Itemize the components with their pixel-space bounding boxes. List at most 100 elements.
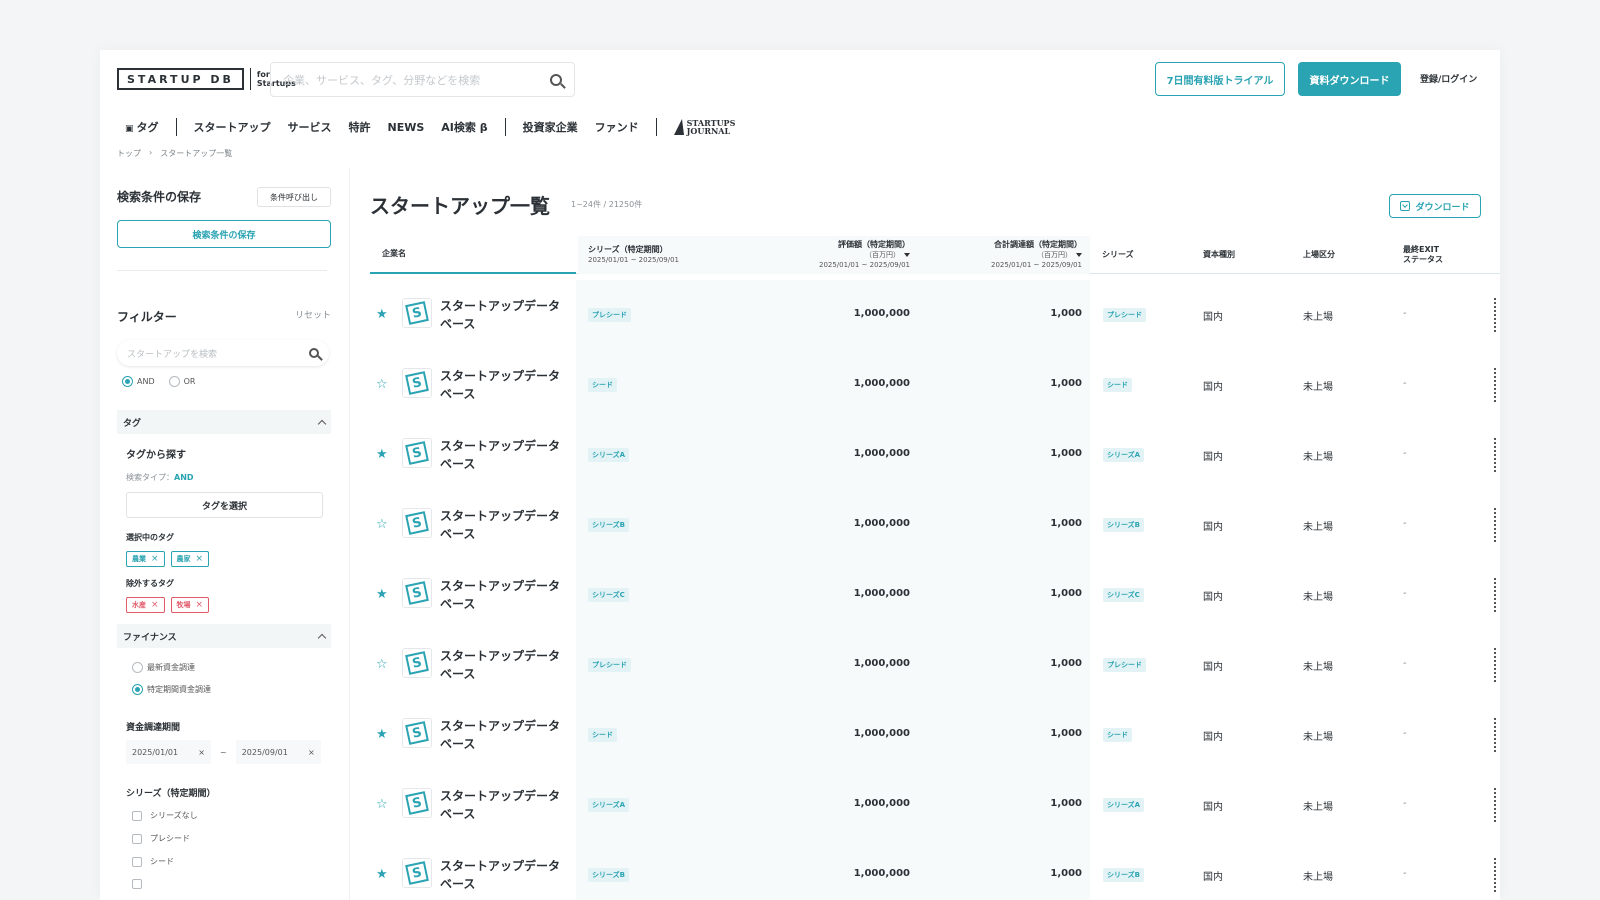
date-to-input[interactable]: 2025/09/01 ×: [235, 740, 321, 764]
company-logo[interactable]: S: [402, 438, 432, 468]
col-series[interactable]: シリーズ: [1102, 236, 1192, 274]
company-logo[interactable]: S: [402, 298, 432, 328]
favorite-star-icon[interactable]: ☆: [376, 518, 388, 531]
global-search-input[interactable]: 企業、サービス、タグ、分野などを検索: [270, 62, 575, 97]
series-checkbox[interactable]: シリーズなし: [132, 810, 198, 821]
company-name[interactable]: スタートアップデータベース: [440, 857, 570, 893]
startup-search-input[interactable]: スタートアップを検索: [117, 340, 329, 366]
company-logo[interactable]: S: [402, 788, 432, 818]
close-icon[interactable]: ×: [151, 600, 159, 610]
search-icon[interactable]: [550, 73, 562, 86]
finance-section-title: ファイナンス: [123, 632, 177, 643]
series-checkbox[interactable]: シード: [132, 856, 198, 867]
nav-service[interactable]: サービス: [288, 119, 332, 135]
table-row[interactable]: ★ S スタートアップデータベース シリーズB 1,000,000 1,000 …: [370, 840, 1500, 900]
company-logo[interactable]: S: [402, 508, 432, 538]
favorite-star-icon[interactable]: ★: [376, 728, 388, 741]
company-name[interactable]: スタートアップデータベース: [440, 577, 570, 613]
table-row[interactable]: ★ S スタートアップデータベース シード 1,000,000 1,000 シー…: [370, 700, 1500, 770]
tag-chip-label: 水産: [132, 601, 146, 609]
close-icon[interactable]: ×: [196, 600, 204, 610]
logo-text: STARTUP DB: [117, 68, 244, 90]
col-total-funding[interactable]: 合計調達額（特定期間） （百万円） 2025/01/01 ~ 2025/09/0…: [918, 236, 1090, 274]
col-valuation[interactable]: 評価額（特定期間） （百万円） 2025/01/01 ~ 2025/09/01: [758, 236, 918, 274]
breadcrumb-top[interactable]: トップ: [117, 148, 141, 159]
finance-section-header[interactable]: ファイナンス: [117, 624, 331, 648]
table-row[interactable]: ★ S スタートアップデータベース プレシード 1,000,000 1,000 …: [370, 280, 1500, 350]
favorite-star-icon[interactable]: ★: [376, 448, 388, 461]
nav-tag[interactable]: ▣ タグ: [125, 119, 159, 135]
series-period-badge: シード: [588, 728, 617, 742]
reset-link[interactable]: リセット: [295, 308, 331, 321]
download-materials-button[interactable]: 資料ダウンロード: [1298, 62, 1401, 96]
main-nav: ▣ タグ スタートアップ サービス 特許 NEWS AI検索 β 投資家企業 ファ…: [125, 116, 735, 138]
search-icon[interactable]: [309, 348, 319, 358]
table-row[interactable]: ★ S スタートアップデータベース シリーズA 1,000,000 1,000 …: [370, 420, 1500, 490]
favorite-star-icon[interactable]: ☆: [376, 378, 388, 391]
radio-period-funding[interactable]: 特定期間資金調達: [132, 684, 211, 695]
login-link[interactable]: 登録/ログイン: [1420, 72, 1477, 85]
col-capital-type[interactable]: 資本種別: [1203, 236, 1293, 274]
funding-value: 1,000: [1050, 308, 1082, 319]
nav-patent[interactable]: 特許: [349, 119, 371, 135]
table-row[interactable]: ☆ S スタートアップデータベース シリーズB 1,000,000 1,000 …: [370, 490, 1500, 560]
col-series-period[interactable]: シリーズ（特定期間） 2025/01/01 ~ 2025/09/01: [578, 236, 758, 274]
radio-and-label: AND: [137, 377, 155, 386]
favorite-star-icon[interactable]: ★: [376, 868, 388, 881]
startups-journal-link[interactable]: STARTUPS JOURNAL: [673, 119, 735, 135]
col-valuation-sub: 2025/01/01 ~ 2025/09/01: [818, 261, 910, 269]
col-exit[interactable]: 最終EXIT ステータス: [1403, 236, 1483, 274]
series-checkbox[interactable]: プレシード: [132, 833, 198, 844]
col-listing[interactable]: 上場区分: [1303, 236, 1393, 274]
favorite-star-icon[interactable]: ★: [376, 588, 388, 601]
company-logo[interactable]: S: [402, 858, 432, 888]
company-logo[interactable]: S: [402, 578, 432, 608]
nav-news[interactable]: NEWS: [388, 121, 425, 134]
nav-startup[interactable]: スタートアップ: [194, 119, 271, 135]
date-range-tilde: ~: [220, 747, 227, 757]
close-icon[interactable]: ×: [196, 554, 204, 564]
company-name[interactable]: スタートアップデータベース: [440, 297, 570, 333]
company-logo-letter: S: [405, 441, 429, 465]
series-checkbox-partial[interactable]: [132, 879, 198, 889]
col-name[interactable]: 企業名: [370, 236, 576, 274]
nav-investor[interactable]: 投資家企業: [523, 119, 578, 135]
capital-type-value: 国内: [1203, 872, 1223, 883]
close-icon[interactable]: ×: [308, 748, 315, 757]
company-logo[interactable]: S: [402, 718, 432, 748]
table-row[interactable]: ★ S スタートアップデータベース シリーズC 1,000,000 1,000 …: [370, 560, 1500, 630]
table-row[interactable]: ☆ S スタートアップデータベース シリーズA 1,000,000 1,000 …: [370, 770, 1500, 840]
favorite-star-icon[interactable]: ☆: [376, 798, 388, 811]
nav-fund[interactable]: ファンド: [595, 119, 639, 135]
tag-section-header[interactable]: タグ: [117, 410, 331, 434]
favorite-star-icon[interactable]: ☆: [376, 658, 388, 671]
close-icon[interactable]: ×: [151, 554, 159, 564]
company-name[interactable]: スタートアップデータベース: [440, 787, 570, 823]
search-type-value[interactable]: AND: [174, 473, 194, 482]
sort-down-icon[interactable]: [904, 253, 910, 257]
table-body: ★ S スタートアップデータベース プレシード 1,000,000 1,000 …: [370, 280, 1500, 900]
favorite-star-icon[interactable]: ★: [376, 308, 388, 321]
trial-button[interactable]: 7日間有料版トライアル: [1155, 62, 1285, 96]
table-row[interactable]: ☆ S スタートアップデータベース シード 1,000,000 1,000 シー…: [370, 350, 1500, 420]
company-name[interactable]: スタートアップデータベース: [440, 367, 570, 403]
company-logo[interactable]: S: [402, 368, 432, 398]
radio-and[interactable]: AND: [122, 376, 155, 387]
close-icon[interactable]: ×: [198, 748, 205, 757]
company-logo[interactable]: S: [402, 648, 432, 678]
company-name[interactable]: スタートアップデータベース: [440, 647, 570, 683]
save-conditions-button[interactable]: 検索条件の保存: [117, 220, 331, 248]
company-name[interactable]: スタートアップデータベース: [440, 717, 570, 753]
sort-down-icon[interactable]: [1076, 253, 1082, 257]
load-conditions-button[interactable]: 条件呼び出し: [257, 187, 331, 207]
nav-ai-search[interactable]: AI検索 β: [441, 119, 487, 135]
table-row[interactable]: ☆ S スタートアップデータベース プレシード 1,000,000 1,000 …: [370, 630, 1500, 700]
download-button[interactable]: ダウンロード: [1389, 194, 1481, 218]
col-valuation-unit-wrap: （百万円）: [865, 250, 910, 260]
radio-or[interactable]: OR: [168, 376, 195, 387]
select-tag-button[interactable]: タグを選択: [126, 492, 323, 518]
radio-latest-funding[interactable]: 最新資金調達: [132, 662, 211, 673]
company-name[interactable]: スタートアップデータベース: [440, 437, 570, 473]
date-from-input[interactable]: 2025/01/01 ×: [126, 740, 211, 764]
company-name[interactable]: スタートアップデータベース: [440, 507, 570, 543]
